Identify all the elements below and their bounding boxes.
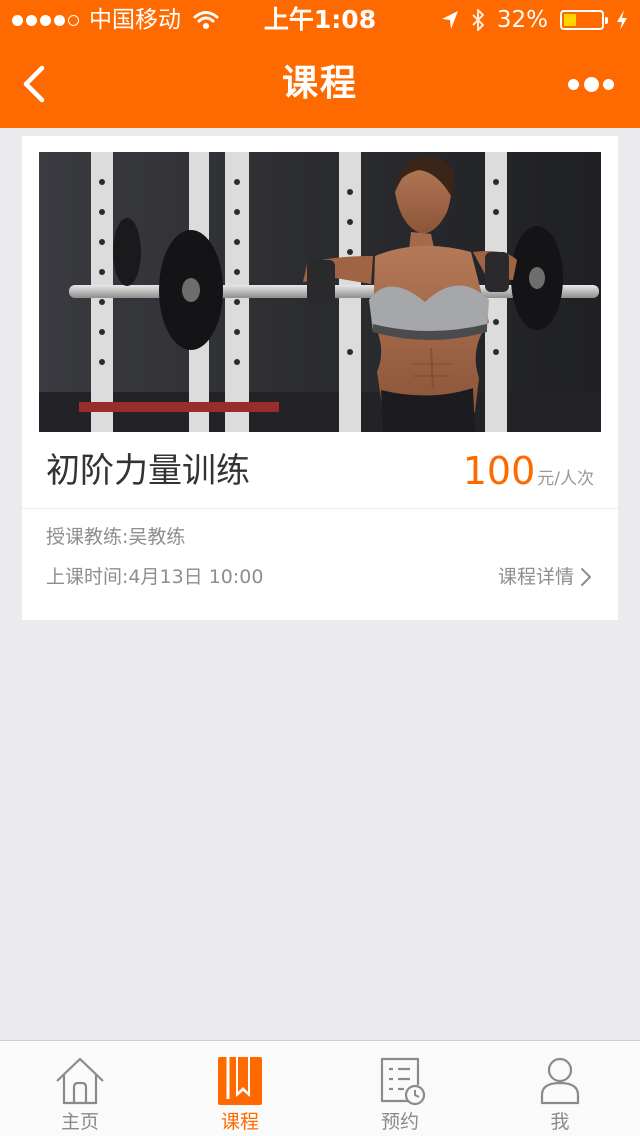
course-image (39, 152, 601, 432)
charging-icon (617, 10, 627, 30)
user-icon (540, 1057, 580, 1105)
battery-fill (564, 14, 576, 26)
course-card[interactable]: 初阶力量训练 100 元/人次 授课教练:吴教练 上课时间:4月13日 10:0… (22, 136, 618, 620)
tab-appointment-label: 预约 (380, 1111, 419, 1133)
home-icon (56, 1057, 104, 1105)
course-name: 初阶力量训练 (46, 451, 250, 491)
course-detail-link[interactable]: 课程详情 (498, 563, 592, 591)
price-value: 100 (462, 449, 536, 493)
tab-home-label: 主页 (60, 1111, 99, 1133)
status-right: 32% (441, 6, 628, 34)
course-price: 100 元/人次 (463, 448, 594, 494)
header: 中国移动 上午1:08 32% 课程 (0, 0, 640, 128)
battery-icon (560, 10, 608, 30)
tab-me[interactable]: 我 (480, 1041, 640, 1136)
more-button[interactable] (568, 74, 614, 94)
tab-course[interactable]: 课程 (160, 1041, 320, 1136)
gym-photo (39, 152, 601, 432)
chevron-right-icon (581, 568, 591, 586)
bluetooth-icon (472, 9, 484, 31)
tab-me-label: 我 (550, 1111, 570, 1133)
status-bar: 中国移动 上午1:08 32% (0, 0, 640, 40)
tab-appointment[interactable]: 预约 (320, 1041, 480, 1136)
location-arrow-icon (441, 11, 458, 29)
tab-home[interactable]: 主页 (0, 1041, 160, 1136)
coach-info: 授课教练:吴教练 (46, 526, 186, 548)
course-detail-label: 课程详情 (497, 566, 574, 588)
tab-course-label: 课程 (220, 1111, 259, 1133)
appointment-icon (380, 1057, 426, 1106)
card-divider (22, 508, 618, 509)
course-icon (218, 1057, 262, 1105)
schedule-info: 上课时间:4月13日 10:00 (46, 566, 264, 588)
nav-bar: 课程 (0, 40, 640, 128)
tab-bar: 主页 课程 预约 我 (0, 1040, 640, 1136)
battery-percent: 32% (496, 7, 548, 33)
app: 中国移动 上午1:08 32% 课程 初阶力量训练 100 元/人次 授课教练:… (0, 0, 640, 1136)
page-title: 课程 (281, 63, 358, 104)
more-dots-icon (568, 78, 579, 90)
price-unit: 元/人次 (537, 469, 594, 489)
